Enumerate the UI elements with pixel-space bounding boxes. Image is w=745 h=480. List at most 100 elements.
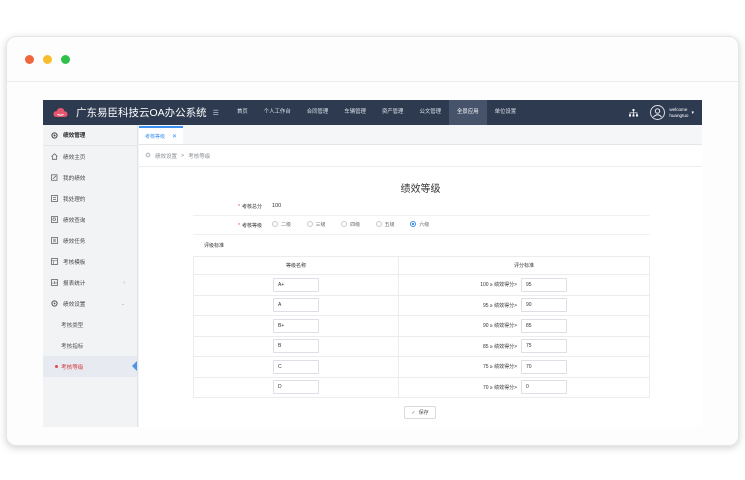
sidebar-item-label: 考核模板 xyxy=(63,259,86,266)
grade-level-label-text: 考核等级 xyxy=(241,222,262,229)
tab-label: 考核等级 xyxy=(145,133,166,140)
breadcrumb-separator: > xyxy=(181,152,185,159)
avatar[interactable] xyxy=(650,105,666,120)
radio-label: 六级 xyxy=(419,221,430,228)
nav-item-apps[interactable]: 全景应用 xyxy=(449,100,487,125)
user-info[interactable]: welcome huangtuo xyxy=(669,107,688,119)
gear-icon xyxy=(51,300,58,307)
table-header-row: 等级名称 评分标准 xyxy=(193,256,650,275)
radio-level-4[interactable]: 四级 xyxy=(341,221,360,228)
sidebar-sub-item-types[interactable]: 考核类型 xyxy=(43,314,137,335)
sidebar-item-query[interactable]: 绩效查询 xyxy=(43,209,137,230)
criteria-label: 评级标准 xyxy=(204,243,225,249)
check-icon: ✓ xyxy=(411,409,416,416)
score-input[interactable]: 70 xyxy=(521,359,567,374)
chart-icon xyxy=(51,279,58,286)
gear-icon xyxy=(51,131,58,139)
minimize-dot[interactable] xyxy=(43,55,52,64)
score-rule: 85 ≥ 绩效得分> xyxy=(482,343,517,350)
sidebar-item-settings[interactable]: 绩效设置 ⌄ xyxy=(43,293,137,314)
search-icon xyxy=(51,216,58,223)
score-input[interactable]: 85 xyxy=(521,318,567,333)
close-dot[interactable] xyxy=(25,55,34,64)
nav-item-vehicles[interactable]: 车辆管理 xyxy=(336,100,374,125)
sidebar-header[interactable]: 绩效管理 xyxy=(43,125,137,146)
sidebar-item-my-performance[interactable]: 我的绩效 xyxy=(43,167,137,188)
chevron-down-icon: ⌄ xyxy=(120,300,125,307)
radio-level-5[interactable]: 五级 xyxy=(375,221,395,228)
nav-item-documents[interactable]: 公文管理 xyxy=(411,100,449,125)
oa-app: 广东易臣科技云OA办公系统 ☰ 首页 个人工作台 合同管理 车辆管理 资产管理 … xyxy=(43,100,702,427)
nav-item-contracts[interactable]: 合同管理 xyxy=(299,100,337,125)
score-rule: 95 ≥ 绩效得分> xyxy=(482,302,517,309)
page-title: 绩效等级 xyxy=(400,184,441,195)
sidebar: 绩效管理 绩效主页 我的绩效 我处理的 绩效查询 绩效任务 考核模板 报表统计 xyxy=(43,125,138,427)
close-icon[interactable]: ✕ xyxy=(172,133,177,140)
tab-bar: 考核等级 ✕ xyxy=(139,125,702,145)
grade-name-input[interactable]: B+ xyxy=(273,318,319,333)
save-button[interactable]: ✓ 保存 xyxy=(404,406,436,419)
grade-name-input[interactable]: B xyxy=(273,339,319,354)
breadcrumb-parent[interactable]: 绩效设置 xyxy=(155,152,177,160)
radio-label: 四级 xyxy=(350,221,361,228)
required-mark: * xyxy=(238,222,240,229)
score-input[interactable]: 95 xyxy=(521,277,567,292)
required-mark: * xyxy=(238,203,240,210)
grade-name-input[interactable]: A xyxy=(273,298,319,313)
sidebar-header-label: 绩效管理 xyxy=(63,133,86,139)
sidebar-item-reports[interactable]: 报表统计 › xyxy=(43,272,137,293)
score-input[interactable]: 0 xyxy=(521,380,567,395)
main-content: 考核等级 ✕ 绩效设置 > 考核等级 绩效等级 * 考核总分 100 * 考核等级 … xyxy=(139,125,702,427)
sidebar-sub-item-grades[interactable]: 考核等级 xyxy=(43,356,137,377)
col-header-score: 评分标准 xyxy=(398,256,650,275)
total-score-value[interactable]: 100 xyxy=(268,203,281,209)
nav-item-workbench[interactable]: 个人工作台 xyxy=(256,100,299,125)
radio-label: 三级 xyxy=(315,221,326,228)
chevron-down-icon[interactable]: ▾ xyxy=(691,110,694,116)
sidebar-item-label: 报表统计 xyxy=(63,280,86,287)
grade-form: * 考核总分 100 * 考核等级 二级 三级 四级 五级 六级 评级标准 等级名称… xyxy=(193,197,650,398)
sidebar-item-tasks[interactable]: 绩效任务 xyxy=(43,230,137,251)
top-bar: 广东易臣科技云OA办公系统 ☰ 首页 个人工作台 合同管理 车辆管理 资产管理 … xyxy=(43,100,702,125)
list-icon xyxy=(51,195,58,202)
radio-circle xyxy=(306,221,313,228)
frame-divider xyxy=(7,81,738,82)
org-chart-icon[interactable] xyxy=(629,104,639,122)
menu-toggle-icon[interactable]: ☰ xyxy=(213,109,219,117)
grade-level-options: 二级 三级 四级 五级 六级 xyxy=(268,221,443,230)
radio-label: 二级 xyxy=(281,221,292,228)
maximize-dot[interactable] xyxy=(61,55,70,64)
table-row: D 70 ≥ 绩效得分> 0 xyxy=(193,376,650,398)
sidebar-item-handled[interactable]: 我处理的 xyxy=(43,188,137,209)
edit-icon xyxy=(51,174,58,181)
nav-item-org-settings[interactable]: 单位设置 xyxy=(487,100,525,125)
sidebar-item-home[interactable]: 绩效主页 xyxy=(43,146,137,167)
grade-name-input[interactable]: C xyxy=(273,359,319,374)
home-icon xyxy=(51,153,58,160)
score-input[interactable]: 90 xyxy=(521,298,567,313)
nav-item-assets[interactable]: 资产管理 xyxy=(374,100,412,125)
sidebar-item-templates[interactable]: 考核模板 xyxy=(43,251,137,272)
total-score-label: * 考核总分 xyxy=(193,203,268,210)
table-row: A 95 ≥ 绩效得分> 90 xyxy=(193,294,650,316)
nav-item-home[interactable]: 首页 xyxy=(229,100,256,125)
user-area: welcome huangtuo ▾ xyxy=(629,100,694,125)
grade-name-input[interactable]: A+ xyxy=(273,277,319,292)
sidebar-item-label: 我处理的 xyxy=(63,196,86,203)
settings-circle-icon xyxy=(145,152,151,160)
chevron-right-icon: › xyxy=(123,279,125,286)
radio-level-3[interactable]: 三级 xyxy=(306,221,326,228)
sidebar-sub-item-indicators[interactable]: 考核指标 xyxy=(43,335,137,356)
col-header-name: 等级名称 xyxy=(193,256,399,275)
score-input[interactable]: 75 xyxy=(521,339,567,354)
sidebar-item-label: 我的绩效 xyxy=(63,175,86,182)
score-rule: 100 ≥ 绩效得分> xyxy=(480,282,517,289)
sidebar-item-label: 绩效查询 xyxy=(63,217,86,224)
table-row: B 85 ≥ 绩效得分> 75 xyxy=(193,335,650,357)
radio-level-6[interactable]: 六级 xyxy=(410,221,429,228)
grade-name-input[interactable]: D xyxy=(273,380,319,395)
radio-level-2[interactable]: 二级 xyxy=(272,221,291,228)
radio-circle xyxy=(272,221,278,228)
grade-level-row: * 考核等级 二级 三级 四级 五级 六级 xyxy=(193,216,650,235)
tab-grades[interactable]: 考核等级 ✕ xyxy=(139,126,184,144)
